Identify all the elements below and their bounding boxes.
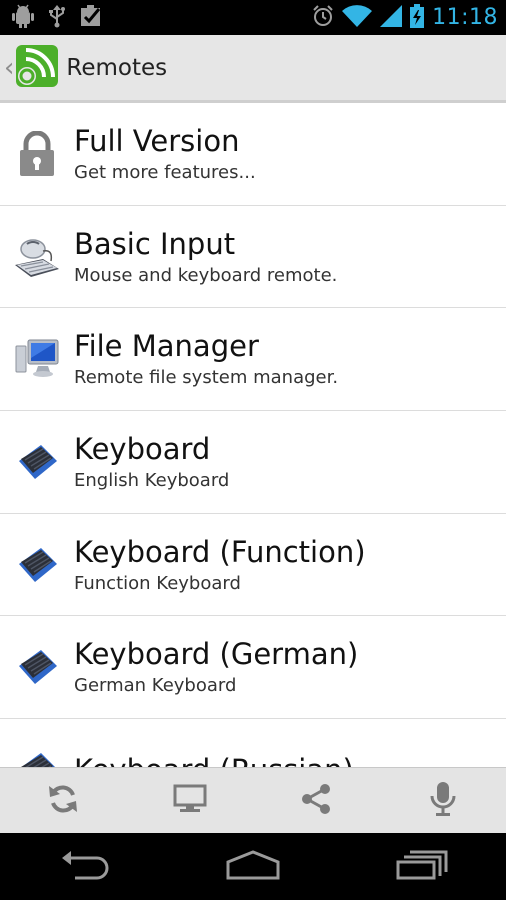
status-bar: 11:18 [0, 0, 506, 35]
signal-icon [380, 4, 403, 31]
share-button[interactable] [286, 771, 346, 831]
list-item-subtitle: German Keyboard [74, 675, 237, 697]
microphone-icon [430, 781, 456, 821]
list-item-keyboard-russian[interactable]: Keyboard (Russian) [0, 719, 506, 767]
list-item-subtitle: English Keyboard [74, 469, 230, 491]
list-item-subtitle: Mouse and keyboard remote. [74, 264, 338, 286]
system-navigation-bar [0, 833, 506, 900]
checkbox-icon [80, 4, 102, 31]
keyboard-icon [0, 719, 74, 767]
list-item-basic-input[interactable]: Basic Input Mouse and keyboard remote. [0, 206, 506, 309]
list-item-title: Basic Input [74, 226, 236, 261]
list-item-title: File Manager [74, 329, 259, 364]
list-item-title: Keyboard (Russian) [74, 753, 354, 767]
page-title: Remotes [66, 54, 168, 81]
app-logo-icon [16, 44, 59, 91]
remotes-list: Full Version Get more features... Basic … [0, 103, 506, 767]
refresh-icon [46, 782, 80, 820]
up-button[interactable]: ‹ [0, 35, 59, 100]
list-item-title: Keyboard (Function) [74, 534, 366, 569]
android-debug-icon [12, 4, 34, 32]
list-item-keyboard[interactable]: Keyboard English Keyboard [0, 411, 506, 514]
alarm-icon [312, 4, 334, 31]
monitor-button[interactable] [160, 771, 220, 831]
mouse-keyboard-icon [0, 206, 74, 308]
list-item-subtitle: Function Keyboard [74, 572, 241, 594]
battery-charging-icon [410, 3, 425, 32]
keyboard-icon [0, 514, 74, 616]
list-item-subtitle: Get more features... [74, 161, 256, 183]
computer-icon [0, 308, 74, 410]
keyboard-icon [0, 411, 74, 513]
recent-apps-icon [396, 850, 448, 884]
clock: 11:18 [432, 5, 498, 30]
monitor-icon [173, 784, 207, 818]
list-item-keyboard-function[interactable]: Keyboard (Function) Function Keyboard [0, 514, 506, 617]
list-item-full-version[interactable]: Full Version Get more features... [0, 103, 506, 206]
status-left [12, 4, 102, 32]
usb-icon [48, 4, 66, 32]
list-item-title: Keyboard [74, 431, 211, 466]
wifi-icon [342, 4, 373, 31]
home-button[interactable] [208, 837, 298, 897]
list-item-keyboard-german[interactable]: Keyboard (German) German Keyboard [0, 616, 506, 720]
list-item-file-manager[interactable]: File Manager Remote file system manager. [0, 308, 506, 412]
recent-apps-button[interactable] [377, 837, 467, 897]
back-button[interactable] [39, 837, 129, 897]
bottom-toolbar [0, 767, 506, 833]
list-item-title: Full Version [74, 123, 240, 158]
list-item-title: Keyboard (German) [74, 637, 359, 672]
status-right: 11:18 [312, 3, 498, 32]
action-bar: ‹ Remotes [0, 35, 506, 103]
home-icon [225, 849, 281, 884]
microphone-button[interactable] [413, 771, 473, 831]
share-icon [299, 782, 333, 820]
refresh-button[interactable] [33, 771, 93, 831]
lock-icon [0, 103, 74, 205]
back-icon [59, 850, 109, 884]
keyboard-icon [0, 616, 74, 718]
chevron-left-icon: ‹ [4, 52, 15, 83]
list-item-subtitle: Remote file system manager. [74, 367, 339, 389]
